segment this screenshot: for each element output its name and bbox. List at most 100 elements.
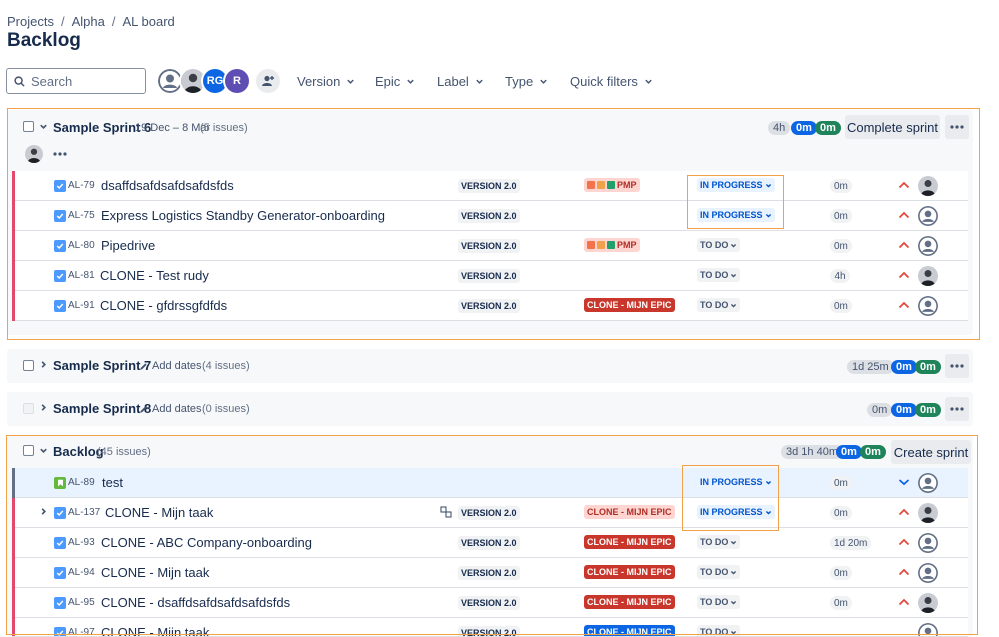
- search-input[interactable]: [29, 72, 139, 90]
- epic-lozenge[interactable]: CLONE - MIJN EPIC: [584, 565, 675, 579]
- issue-key[interactable]: AL-94: [68, 567, 95, 578]
- issue-key[interactable]: AL-80: [68, 240, 95, 251]
- add-people-button[interactable]: [256, 69, 280, 93]
- epic-lozenge[interactable]: CLONE - MIJN EPIC: [584, 535, 675, 549]
- status-label: TO DO: [700, 240, 729, 250]
- issue-key[interactable]: AL-93: [68, 537, 95, 548]
- issue-key[interactable]: AL-91: [68, 300, 95, 311]
- assignee-avatar[interactable]: [918, 503, 938, 523]
- chevron-down-icon[interactable]: [39, 446, 48, 455]
- issue-summary[interactable]: CLONE - ABC Company-onboarding: [101, 535, 312, 550]
- assignee-avatar[interactable]: [918, 176, 938, 196]
- breadcrumb-alpha[interactable]: Alpha: [72, 14, 105, 29]
- status-dropdown[interactable]: IN PROGRESS: [697, 208, 775, 222]
- assignee-avatar[interactable]: [918, 266, 938, 286]
- breadcrumb-board[interactable]: AL board: [122, 14, 174, 29]
- filter-epic[interactable]: Epic: [375, 74, 415, 89]
- chevron-right-icon[interactable]: [39, 507, 48, 516]
- issue-summary[interactable]: Pipedrive: [101, 238, 155, 253]
- status-dropdown[interactable]: IN PROGRESS: [697, 475, 775, 489]
- assignee-avatar[interactable]: [918, 236, 938, 256]
- issue-summary[interactable]: Express Logistics Standby Generator-onbo…: [101, 208, 385, 223]
- issue-key[interactable]: AL-95: [68, 597, 95, 608]
- epic-lozenge[interactable]: CLONE - MIJN EPIC: [584, 595, 675, 609]
- avatar-r[interactable]: R: [225, 69, 249, 93]
- filter-version[interactable]: Version: [297, 74, 355, 89]
- sprint-more-button[interactable]: [945, 397, 969, 421]
- chevron-right-icon[interactable]: [39, 360, 48, 369]
- issue-row[interactable]: AL-97 CLONE - Mijn taak VERSION 2.0 CLON…: [12, 618, 968, 637]
- assignee-avatar[interactable]: [918, 473, 938, 493]
- issue-key[interactable]: AL-137: [68, 507, 100, 518]
- issue-row[interactable]: AL-93 CLONE - ABC Company-onboarding VER…: [12, 528, 968, 558]
- epic-lozenge[interactable]: PMP: [584, 178, 640, 192]
- status-dropdown[interactable]: TO DO: [697, 268, 741, 282]
- issue-row[interactable]: AL-75 Express Logistics Standby Generato…: [12, 201, 968, 231]
- issue-summary[interactable]: CLONE - Mijn taak: [101, 565, 209, 580]
- issue-summary[interactable]: CLONE - Mijn taak: [101, 625, 209, 636]
- status-dropdown[interactable]: TO DO: [697, 298, 741, 312]
- status-dropdown[interactable]: IN PROGRESS: [697, 505, 775, 519]
- issue-key[interactable]: AL-89: [68, 477, 95, 488]
- issue-summary[interactable]: CLONE - gfdrssgfdfds: [100, 298, 227, 313]
- sprint-member-avatar[interactable]: [25, 145, 43, 163]
- issue-summary[interactable]: CLONE - Test rudy: [100, 268, 209, 283]
- epic-lozenge[interactable]: CLONE - MIJN EPIC: [584, 298, 675, 312]
- avatar-unassigned[interactable]: [158, 69, 182, 93]
- add-dates-link[interactable]: Add dates: [139, 403, 202, 415]
- sprint-name: Sample Sprint 8: [53, 401, 152, 416]
- issue-row[interactable]: AL-91 CLONE - gfdrssgfdfds VERSION 2.0 C…: [12, 291, 968, 321]
- issue-row[interactable]: AL-79 dsaffdsafdsafdsafdsfds VERSION 2.0…: [12, 171, 968, 201]
- chevron-down-icon[interactable]: [39, 122, 48, 131]
- epic-lozenge[interactable]: PMP: [584, 238, 640, 252]
- avatar-placeholder-icon: [918, 533, 938, 553]
- assignee-avatar[interactable]: [918, 563, 938, 583]
- sprint-checkbox[interactable]: [23, 360, 34, 371]
- epic-lozenge[interactable]: CLONE - MIJN EPIC: [584, 625, 675, 636]
- avatar-user-photo[interactable]: [181, 69, 205, 93]
- issue-row[interactable]: AL-137 CLONE - Mijn taak VERSION 2.0 CLO…: [12, 498, 968, 528]
- issue-summary[interactable]: CLONE - dsaffdsafdsafdsafdsfds: [101, 595, 290, 610]
- assignee-avatar[interactable]: [918, 206, 938, 226]
- epic-lozenge[interactable]: CLONE - MIJN EPIC: [584, 505, 675, 519]
- filter-quick-filters[interactable]: Quick filters: [570, 74, 653, 89]
- assignee-avatar[interactable]: [918, 533, 938, 553]
- assignee-avatar[interactable]: [918, 296, 938, 316]
- complete-sprint-button[interactable]: Complete sprint: [845, 115, 940, 139]
- assignee-avatar[interactable]: [918, 623, 938, 636]
- filter-label[interactable]: Label: [437, 74, 484, 89]
- sprint-more-button[interactable]: [945, 354, 969, 378]
- issue-summary[interactable]: CLONE - Mijn taak: [105, 505, 213, 520]
- create-sprint-button[interactable]: Create sprint: [891, 440, 971, 464]
- more-icon[interactable]: [53, 152, 67, 156]
- search-box[interactable]: [6, 68, 146, 94]
- chevron-right-icon[interactable]: [39, 403, 48, 412]
- breadcrumb-projects[interactable]: Projects: [7, 14, 54, 29]
- backlog-checkbox[interactable]: [23, 445, 34, 456]
- issue-summary[interactable]: dsaffdsafdsafdsafdsfds: [101, 178, 234, 193]
- filter-type[interactable]: Type: [505, 74, 548, 89]
- avatar-rg[interactable]: RG: [203, 69, 227, 93]
- status-dropdown[interactable]: TO DO: [697, 595, 741, 609]
- issue-row[interactable]: AL-95 CLONE - dsaffdsafdsafdsafdsfds VER…: [12, 588, 968, 618]
- search-icon: [14, 76, 25, 87]
- issue-key[interactable]: AL-75: [68, 210, 95, 221]
- status-dropdown[interactable]: TO DO: [697, 535, 741, 549]
- issue-row[interactable]: AL-80 Pipedrive VERSION 2.0 PMP TO DO 0m: [12, 231, 968, 261]
- sprint-more-button[interactable]: [945, 115, 969, 139]
- issue-key[interactable]: AL-79: [68, 180, 95, 191]
- assignee-avatar[interactable]: [918, 593, 938, 613]
- sprint-checkbox[interactable]: [23, 403, 34, 414]
- issue-key[interactable]: AL-81: [68, 270, 95, 281]
- add-dates-link[interactable]: Add dates: [139, 360, 202, 372]
- issue-row[interactable]: AL-81 CLONE - Test rudy VERSION 2.0 TO D…: [12, 261, 968, 291]
- status-dropdown[interactable]: TO DO: [697, 625, 741, 636]
- status-dropdown[interactable]: TO DO: [697, 565, 741, 579]
- issue-row[interactable]: AL-94 CLONE - Mijn taak VERSION 2.0 CLON…: [12, 558, 968, 588]
- issue-row[interactable]: AL-89 test IN PROGRESS 0m: [12, 468, 968, 498]
- sprint-checkbox[interactable]: [23, 121, 34, 132]
- status-dropdown[interactable]: TO DO: [697, 238, 741, 252]
- issue-summary[interactable]: test: [102, 475, 123, 490]
- status-dropdown[interactable]: IN PROGRESS: [697, 178, 775, 192]
- issue-key[interactable]: AL-97: [68, 627, 95, 636]
